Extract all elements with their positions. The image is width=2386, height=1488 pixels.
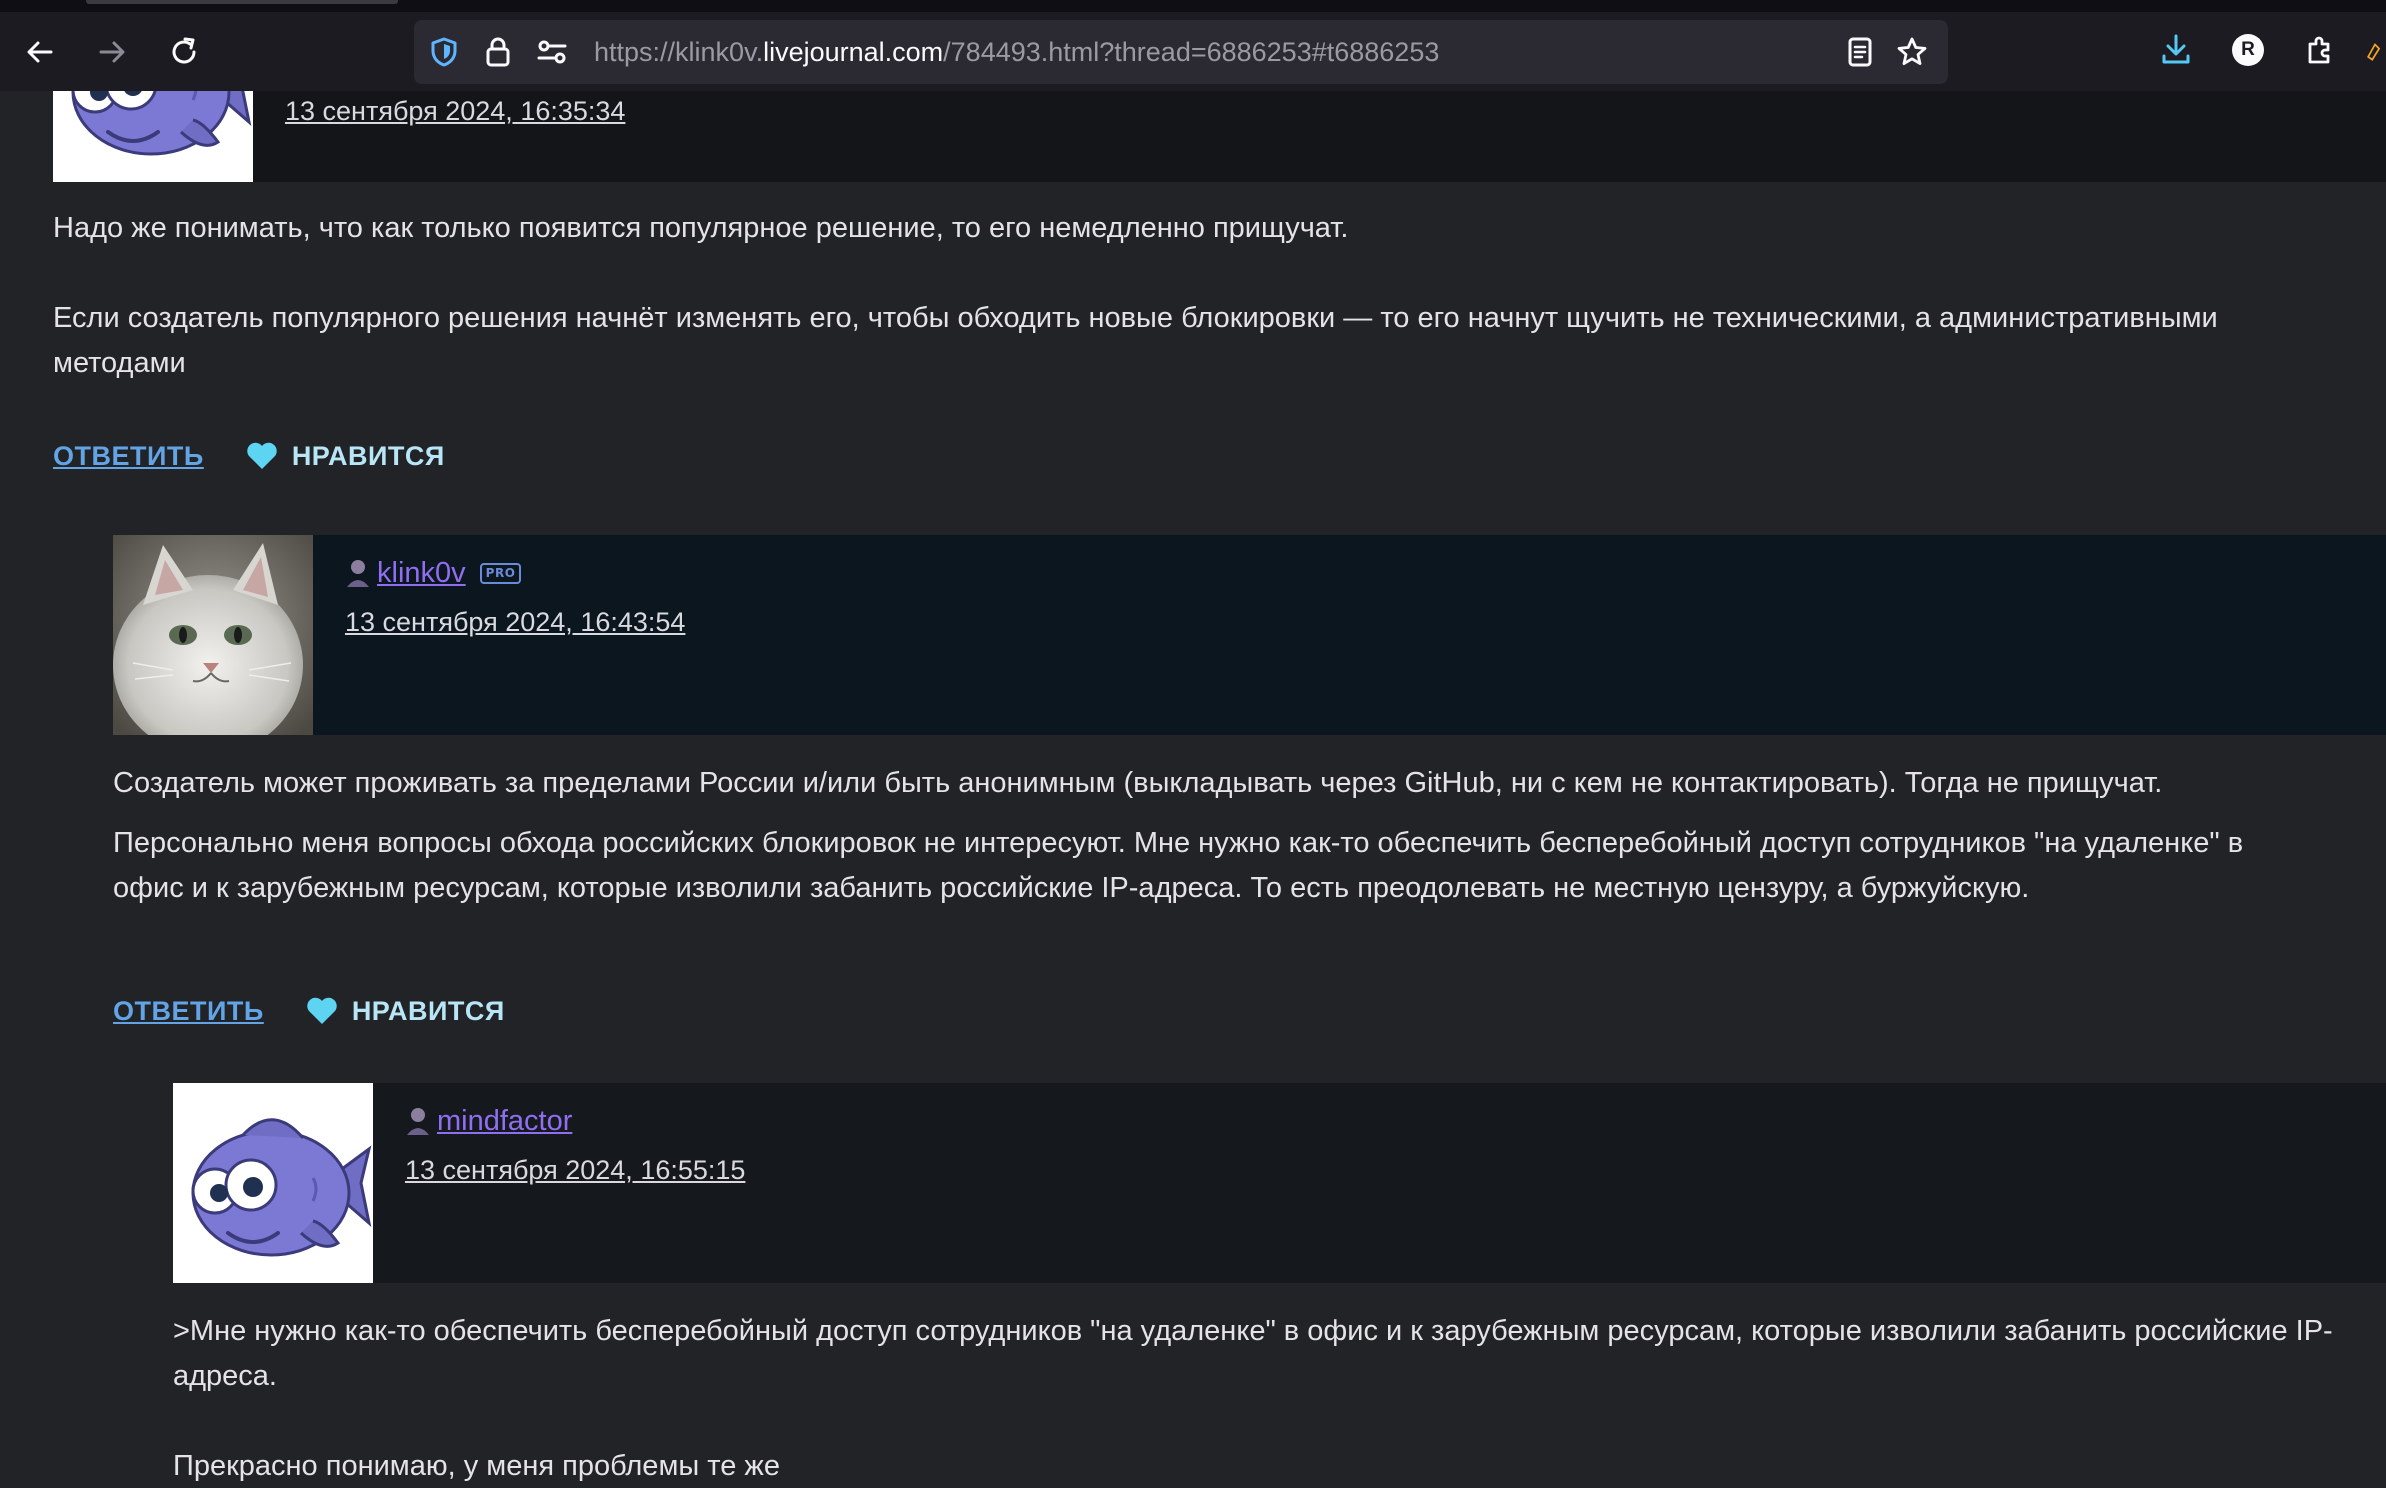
shield-icon[interactable] <box>428 36 460 68</box>
comment-2: klink0v PRO 13 сентября 2024, 16:43:54 С… <box>113 535 2386 1055</box>
address-bar[interactable]: https://klink0v.livejournal.com/784493.h… <box>414 20 1948 84</box>
like-label: НРАВИТСЯ <box>291 440 445 471</box>
comment-actions: ОТВЕТИТЬ НРАВИТСЯ <box>113 991 505 1031</box>
url-text[interactable]: https://klink0v.livejournal.com/784493.h… <box>594 36 1439 68</box>
site-permissions-icon[interactable] <box>536 36 568 68</box>
active-tab-indicator[interactable] <box>86 0 398 4</box>
comment-timestamp[interactable]: 13 сентября 2024, 16:43:54 <box>345 607 685 638</box>
url-path: /784493.html?thread=6886253#t6886253 <box>943 37 1440 67</box>
author-row: mindfactor <box>405 1101 572 1141</box>
like-button[interactable]: НРАВИТСЯ <box>246 441 445 472</box>
comment-paragraph: Если создатель популярного решения начнё… <box>53 302 2218 379</box>
comment-body: >Мне нужно как-то обеспечить бесперебойн… <box>173 1309 2373 1488</box>
like-label: НРАВИТСЯ <box>351 995 505 1026</box>
url-domain: livejournal.com <box>763 37 944 67</box>
comment-header: mindfactor 13 сентября 2024, 16:55:15 <box>173 1083 2386 1283</box>
reload-button[interactable] <box>162 30 206 74</box>
comment-body: Надо же понимать, что как только появитс… <box>53 206 2253 386</box>
back-button[interactable] <box>18 30 62 74</box>
reader-view-icon[interactable] <box>1844 36 1876 68</box>
author-row: klink0v PRO <box>345 553 522 593</box>
author-username[interactable]: klink0v <box>377 557 466 590</box>
comment-header: klink0v PRO 13 сентября 2024, 16:43:54 <box>113 535 2386 735</box>
arrow-right-icon <box>99 41 125 63</box>
user-icon <box>407 1108 429 1135</box>
comment-body: Создатель может проживать за пределами Р… <box>113 761 2293 911</box>
forward-button[interactable] <box>90 30 134 74</box>
reply-button[interactable]: ОТВЕТИТЬ <box>113 996 264 1027</box>
downloads-icon[interactable] <box>2156 30 2196 70</box>
comment-paragraph: >Мне нужно как-то обеспечить бесперебойн… <box>173 1315 2333 1392</box>
account-avatar[interactable]: R <box>2228 30 2268 70</box>
profile-initial: R <box>2232 34 2264 66</box>
comment-paragraph: Создатель может проживать за пределами Р… <box>113 767 2163 799</box>
comment-3: mindfactor 13 сентября 2024, 16:55:15 >М… <box>173 1083 2386 1488</box>
comment-header: mindfactor 13 сентября 2024, 16:35:34 <box>53 91 2386 182</box>
reload-icon <box>172 37 196 64</box>
comment-paragraph: Персонально меня вопросы обхода российск… <box>113 827 2244 904</box>
like-button[interactable]: НРАВИТСЯ <box>306 996 505 1027</box>
browser-toolbar: https://klink0v.livejournal.com/784493.h… <box>0 0 2386 91</box>
url-prefix: https://klink0v. <box>594 37 764 67</box>
arrow-left-icon <box>27 41 53 63</box>
user-icon <box>347 560 369 587</box>
pro-badge: PRO <box>479 562 522 584</box>
bookmark-star-icon[interactable] <box>1896 36 1928 68</box>
page-content: mindfactor 13 сентября 2024, 16:35:34 На… <box>0 91 2386 1488</box>
cat-avatar[interactable] <box>113 535 313 735</box>
comment-timestamp[interactable]: 13 сентября 2024, 16:35:34 <box>285 96 625 127</box>
reply-button[interactable]: ОТВЕТИТЬ <box>53 441 204 472</box>
comment-timestamp[interactable]: 13 сентября 2024, 16:55:15 <box>405 1155 745 1186</box>
fish-avatar[interactable] <box>173 1083 373 1283</box>
fish-avatar[interactable] <box>53 91 253 182</box>
lock-icon[interactable] <box>482 36 514 68</box>
heart-icon <box>247 442 277 469</box>
comment-paragraph: Прекрасно понимаю, у меня проблемы те же <box>173 1450 780 1482</box>
comment-1: mindfactor 13 сентября 2024, 16:35:34 На… <box>53 91 2386 582</box>
extensions-icon[interactable] <box>2300 30 2340 70</box>
comment-paragraph: Надо же понимать, что как только появитс… <box>53 212 1349 244</box>
comment-actions: ОТВЕТИТЬ НРАВИТСЯ <box>53 436 445 476</box>
overflow-extension-icon[interactable] <box>2364 30 2386 70</box>
heart-icon <box>307 997 337 1024</box>
author-username[interactable]: mindfactor <box>437 1105 572 1138</box>
